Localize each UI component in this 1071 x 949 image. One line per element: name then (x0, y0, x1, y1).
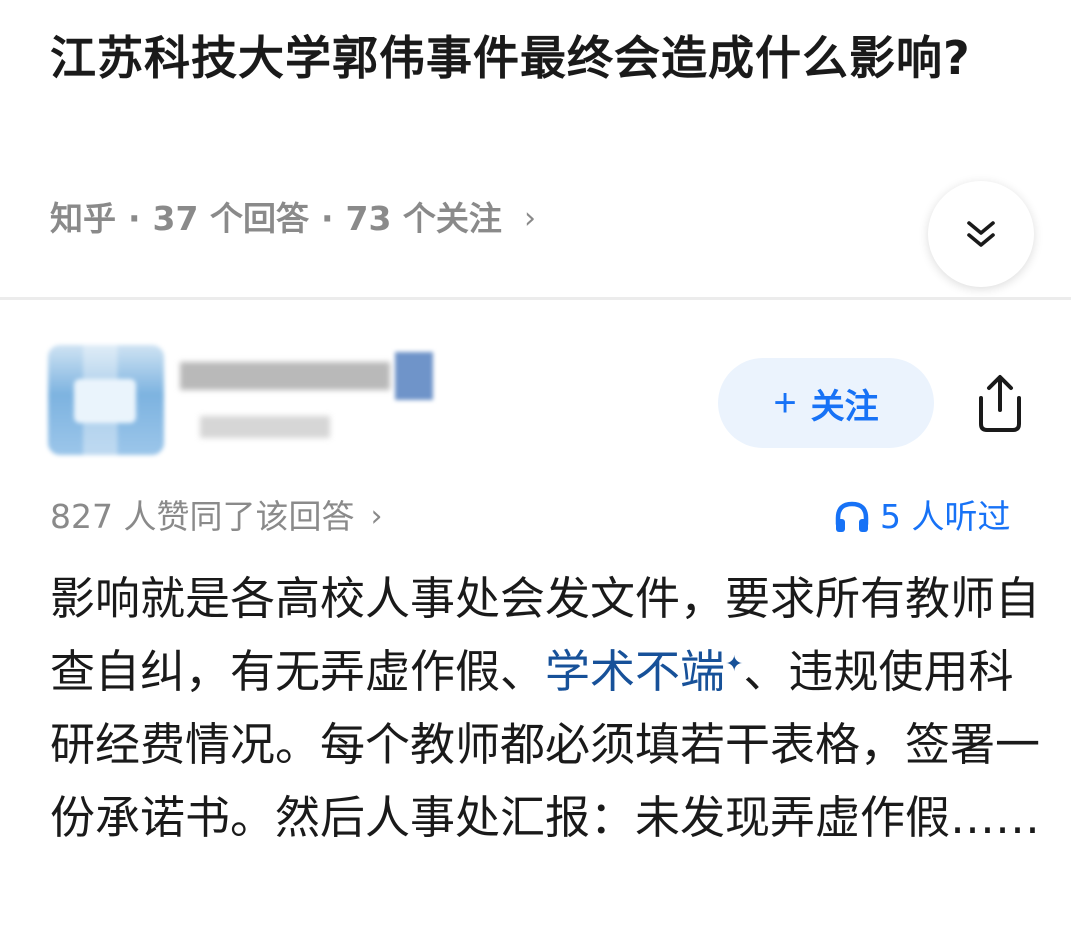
keyword-link[interactable]: 学术不端✦ (545, 645, 743, 698)
separator-dot: · (320, 199, 334, 238)
likes-summary[interactable]: 827 人赞同了该回答 › (50, 492, 382, 542)
share-icon (979, 375, 1021, 432)
chevron-right-icon: › (370, 499, 383, 534)
avatar[interactable] (48, 345, 164, 455)
question-meta[interactable]: 知乎 · 37 个回答 · 73 个关注 › (50, 194, 536, 244)
answer-content[interactable]: 影响就是各高校人事处会发文件，要求所有教师自查自纠，有无弄虚作假、学术不端✦、违… (50, 562, 1040, 854)
listened-label: 5 人听过 (880, 497, 1011, 536)
answer-count: 37 个回答 (152, 199, 309, 238)
follow-button[interactable]: + 关注 (718, 358, 934, 448)
expand-button[interactable] (928, 181, 1034, 287)
section-divider (0, 297, 1071, 300)
headphones-icon (835, 501, 869, 532)
author-name-redacted[interactable] (180, 350, 450, 450)
sparkle-icon: ✦ (725, 652, 744, 677)
chevron-right-icon: › (523, 201, 536, 236)
follow-label: 关注 (810, 387, 879, 426)
follower-count: 73 个关注 (345, 199, 502, 238)
double-chevron-down-icon (967, 221, 995, 247)
plus-icon: + (773, 381, 797, 425)
likes-count: 827 人赞同了该回答 (50, 497, 355, 536)
listen-count[interactable]: 5 人听过 (834, 492, 1011, 542)
separator-dot: · (128, 199, 141, 238)
avatar-image (74, 379, 136, 423)
source-label: 知乎 (50, 199, 116, 238)
keyword-text: 学术不端 (545, 645, 726, 698)
question-title[interactable]: 江苏科技大学郭伟事件最终会造成什么影响? (50, 22, 1030, 95)
share-button[interactable] (966, 368, 1034, 438)
